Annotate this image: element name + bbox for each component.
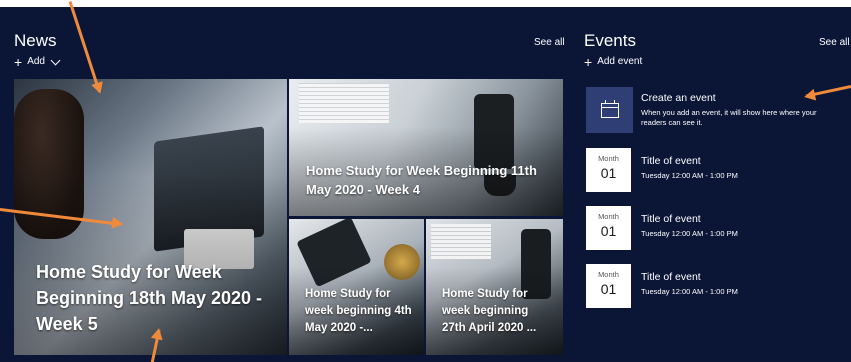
event-item[interactable]: Month 01 Title of event Tuesday 12:00 AM… (586, 206, 846, 252)
create-event-description: When you add an event, it will show here… (641, 108, 817, 127)
news-tile-caption: Home Study for Week Beginning 11th May 2… (306, 163, 537, 197)
news-tile-caption: Home Study for week beginning 27th April… (442, 288, 537, 334)
event-day: 01 (600, 281, 617, 297)
event-title: Title of event (641, 155, 701, 167)
event-item[interactable]: Month 01 Title of event Tuesday 12:00 AM… (586, 148, 846, 194)
news-add-label: Add (27, 56, 45, 67)
event-time: Tuesday 12:00 AM - 1:00 PM (641, 287, 738, 296)
event-date-box: Month 01 (586, 264, 631, 308)
event-item[interactable]: Month 01 Title of event Tuesday 12:00 AM… (586, 264, 846, 310)
event-month: Month (598, 154, 619, 163)
news-tile-3[interactable]: Home Study for week beginning 4th May 20… (289, 219, 424, 355)
event-month: Month (598, 270, 619, 279)
event-time: Tuesday 12:00 AM - 1:00 PM (641, 229, 738, 238)
news-add-button[interactable]: + Add (14, 53, 61, 70)
event-day: 01 (600, 165, 617, 181)
create-event-tile (586, 87, 633, 133)
events-heading: Events (584, 31, 636, 50)
create-event-title: Create an event (641, 92, 716, 104)
news-tile-caption: Home Study for Week Beginning 18th May 2… (36, 262, 263, 334)
event-month: Month (598, 212, 619, 221)
events-see-all-link[interactable]: See all (819, 37, 850, 48)
news-see-all-link[interactable]: See all (534, 37, 565, 48)
top-strip (0, 0, 851, 7)
event-date-box: Month 01 (586, 148, 631, 192)
plus-icon: + (14, 53, 23, 70)
event-time: Tuesday 12:00 AM - 1:00 PM (641, 171, 738, 180)
news-tile-4[interactable]: Home Study for week beginning 27th April… (426, 219, 563, 355)
add-event-label: Add event (597, 56, 643, 67)
news-heading: News (14, 31, 57, 50)
event-title: Title of event (641, 271, 701, 283)
calendar-icon (600, 99, 619, 118)
page-canvas: News See all + Add Home Study for Week B… (0, 0, 851, 362)
event-title: Title of event (641, 213, 701, 225)
event-date-box: Month 01 (586, 206, 631, 250)
add-event-button[interactable]: + Add event (584, 53, 643, 70)
event-day: 01 (600, 223, 617, 239)
news-tile-caption: Home Study for week beginning 4th May 20… (305, 288, 412, 334)
plus-icon: + (584, 53, 593, 70)
news-tile-2[interactable]: Home Study for Week Beginning 11th May 2… (289, 79, 563, 216)
chevron-down-icon (50, 55, 61, 65)
